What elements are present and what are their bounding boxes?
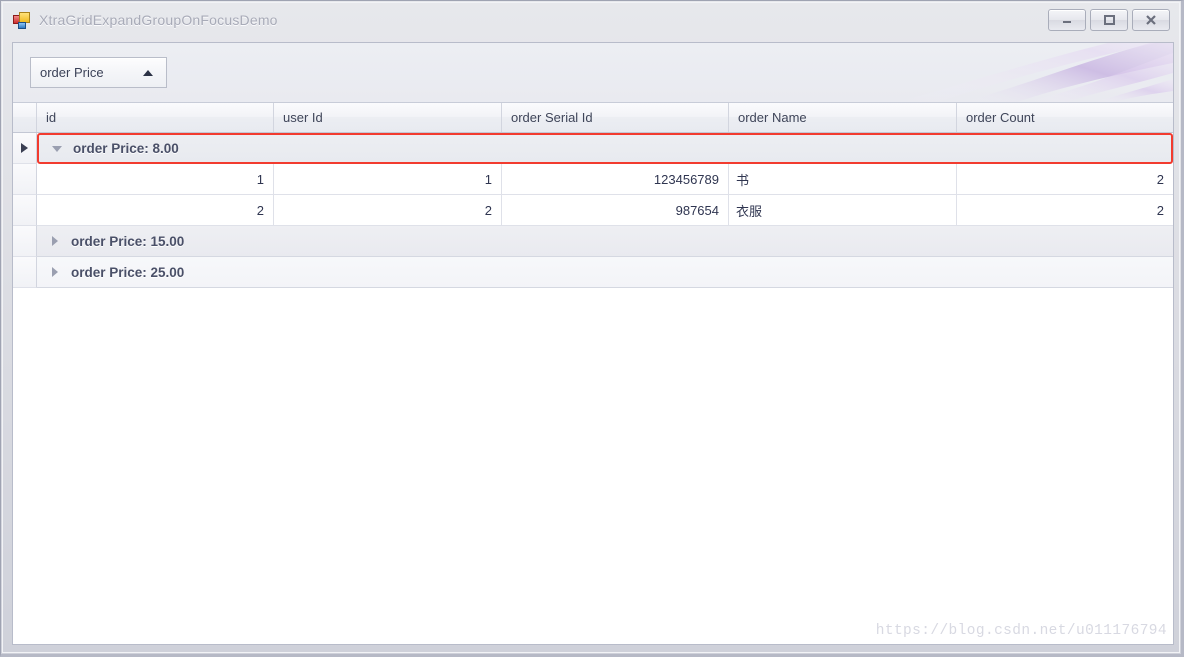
column-header-label: user Id — [283, 110, 323, 125]
group-indent-cell — [37, 164, 75, 195]
group-row[interactable]: order Price: 25.00 — [13, 257, 1173, 288]
group-row-body[interactable]: order Price: 8.00 — [37, 133, 1173, 164]
row-indicator-cell — [13, 133, 37, 164]
column-header-label: id — [46, 110, 57, 125]
group-row-label: order Price: 25.00 — [71, 264, 185, 280]
watermark-text: https://blog.csdn.net/u011176794 — [875, 623, 1167, 639]
row-indicator-cell — [13, 257, 37, 288]
maximize-icon — [1104, 15, 1115, 25]
current-row-arrow-icon — [21, 143, 28, 153]
cell-id[interactable]: 2 — [75, 195, 274, 226]
cell-order-serial-id[interactable]: 123456789 — [502, 164, 729, 195]
row-indicator-cell — [13, 164, 37, 195]
group-by-panel[interactable]: order Price — [13, 43, 1173, 103]
cell-id[interactable]: 1 — [75, 164, 274, 195]
column-header-label: order Count — [966, 110, 1035, 125]
minimize-icon — [1063, 21, 1071, 23]
cell-order-count[interactable]: 2 — [957, 195, 1173, 226]
row-indicator-cell — [13, 226, 37, 257]
group-row[interactable]: order Price: 8.00 — [13, 133, 1173, 164]
group-by-chip-label: order Price — [40, 65, 104, 80]
group-row-label: order Price: 15.00 — [71, 233, 185, 249]
cell-order-name[interactable]: 书 — [729, 164, 957, 195]
group-row-label: order Price: 8.00 — [73, 141, 179, 156]
expand-expander-icon[interactable] — [49, 267, 60, 278]
window-controls — [1048, 9, 1170, 31]
group-row[interactable]: order Price: 15.00 — [13, 226, 1173, 257]
table-row[interactable]: 2 2 987654 衣服 2 — [13, 195, 1173, 226]
group-by-chip-order-price[interactable]: order Price — [30, 57, 167, 88]
column-header-order-name[interactable]: order Name — [729, 103, 957, 132]
decorative-swoosh — [843, 43, 1173, 102]
maximize-button[interactable] — [1090, 9, 1128, 31]
group-row-body[interactable]: order Price: 25.00 — [37, 257, 1173, 288]
winforms-app-icon — [13, 11, 30, 29]
cell-order-count[interactable]: 2 — [957, 164, 1173, 195]
column-header-user-id[interactable]: user Id — [274, 103, 502, 132]
group-row-body[interactable]: order Price: 15.00 — [37, 226, 1173, 257]
cell-user-id[interactable]: 1 — [274, 164, 502, 195]
cell-user-id[interactable]: 2 — [274, 195, 502, 226]
client-area: order Price id user Id order Serial Id o… — [12, 42, 1174, 645]
group-indent-cell — [37, 195, 75, 226]
expand-expander-icon[interactable] — [49, 236, 60, 247]
minimize-button[interactable] — [1048, 9, 1086, 31]
collapse-expander-icon[interactable] — [51, 143, 62, 154]
close-icon — [1146, 15, 1156, 25]
column-header-id[interactable]: id — [37, 103, 274, 132]
column-header-label: order Name — [738, 110, 807, 125]
close-button[interactable] — [1132, 9, 1170, 31]
grid-rows: order Price: 8.00 1 1 123456789 书 2 2 2 … — [13, 133, 1173, 288]
column-header-order-count[interactable]: order Count — [957, 103, 1173, 132]
column-header-order-serial-id[interactable]: order Serial Id — [502, 103, 729, 132]
table-row[interactable]: 1 1 123456789 书 2 — [13, 164, 1173, 195]
window-title: XtraGridExpandGroupOnFocusDemo — [39, 12, 278, 28]
column-header-label: order Serial Id — [511, 110, 593, 125]
data-grid[interactable]: id user Id order Serial Id order Name or… — [13, 103, 1173, 644]
swoosh-graphic — [898, 43, 1173, 102]
cell-order-name[interactable]: 衣服 — [729, 195, 957, 226]
row-indicator-header — [13, 103, 37, 132]
title-bar[interactable]: XtraGridExpandGroupOnFocusDemo — [3, 3, 1179, 37]
grid-column-header-row: id user Id order Serial Id order Name or… — [13, 103, 1173, 133]
row-indicator-cell — [13, 195, 37, 226]
sort-ascending-icon[interactable] — [143, 69, 153, 76]
cell-order-serial-id[interactable]: 987654 — [502, 195, 729, 226]
application-window: XtraGridExpandGroupOnFocusDemo order Pri… — [0, 0, 1184, 657]
